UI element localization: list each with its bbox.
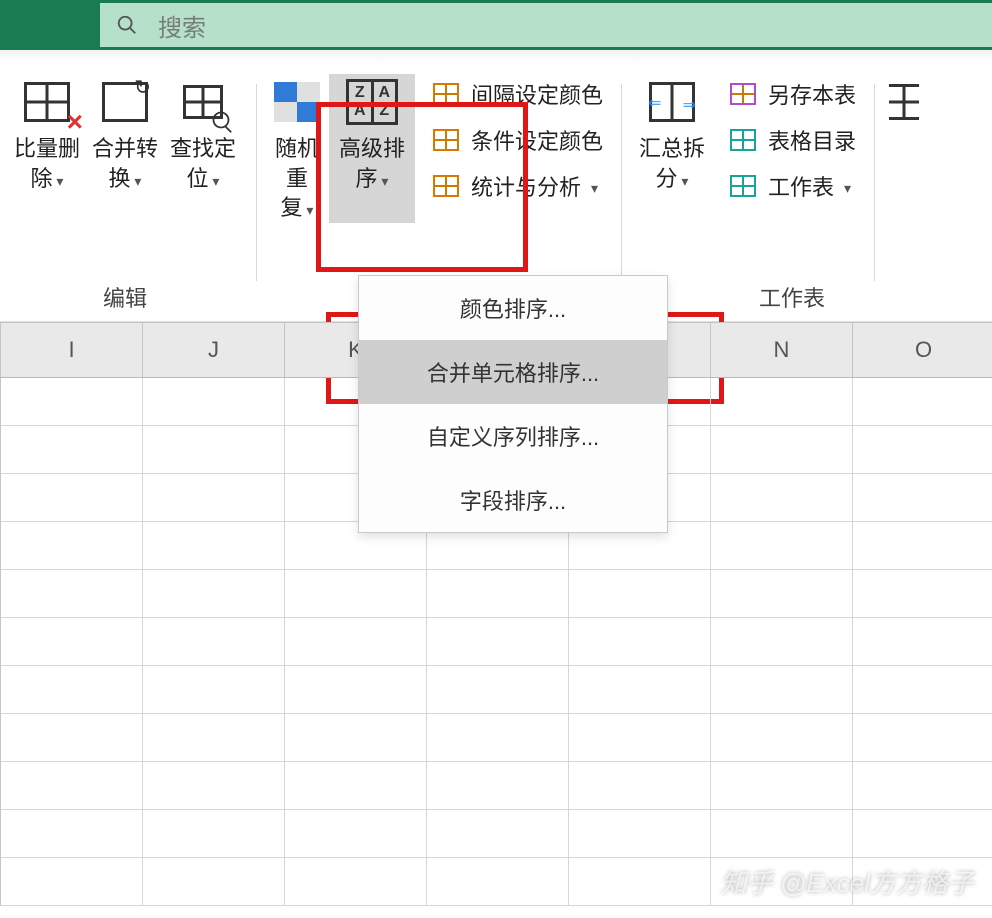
split-icon: ⇐⇒: [646, 76, 698, 128]
separator: [874, 84, 875, 281]
table-row: [0, 570, 992, 618]
titlebar: 搜索: [0, 0, 992, 50]
find-icon: [177, 76, 229, 128]
find-locate-button[interactable]: 查找定 位: [164, 74, 242, 193]
table-row: [0, 762, 992, 810]
save-as-icon: [728, 79, 758, 109]
grid-delete-icon: ×: [21, 76, 73, 128]
save-as-table-button[interactable]: 另存本表: [724, 76, 860, 112]
random-dup-icon: [271, 76, 323, 128]
merge-convert-icon: [99, 76, 151, 128]
table-row: [0, 714, 992, 762]
table-of-contents-button[interactable]: 表格目录: [724, 122, 860, 158]
table-row: [0, 618, 992, 666]
search-placeholder: 搜索: [158, 8, 206, 43]
search-box[interactable]: 搜索: [100, 3, 992, 47]
worksheet-icon: [728, 171, 758, 201]
summary-split-button[interactable]: ⇐⇒ 汇总拆 分: [636, 74, 708, 193]
partial-icon: [889, 76, 919, 128]
menu-item-color-sort[interactable]: 颜色排序...: [359, 276, 667, 340]
interval-color-icon: [431, 79, 461, 109]
condition-color-button[interactable]: 条件设定颜色: [427, 122, 607, 158]
column-header[interactable]: I: [1, 323, 143, 377]
menu-item-custom-list-sort[interactable]: 自定义序列排序...: [359, 404, 667, 468]
group-edit-label: 编辑: [103, 281, 147, 321]
column-header[interactable]: N: [711, 323, 853, 377]
ribbon-group-partial: x: [881, 74, 927, 321]
group-worksheet-label: 工作表: [759, 281, 825, 321]
advanced-sort-button[interactable]: ZAAZ 高级排 序: [329, 74, 415, 223]
stats-icon: [431, 171, 461, 201]
separator: [256, 84, 257, 281]
ribbon-group-worksheet: 另存本表 表格目录 工作表 工作表: [716, 74, 868, 321]
menu-item-merged-cell-sort[interactable]: 合并单元格排序...: [359, 340, 667, 404]
advanced-sort-menu: 颜色排序... 合并单元格排序... 自定义序列排序... 字段排序...: [358, 275, 668, 533]
merge-convert-button[interactable]: 合并转 换: [86, 74, 164, 193]
menu-item-field-sort[interactable]: 字段排序...: [359, 468, 667, 532]
ribbon-group-edit: × 比量删 除 合并转 换 查找定 位 编辑: [0, 74, 250, 321]
table-row: [0, 810, 992, 858]
titlebar-shadow: [0, 50, 992, 62]
table-row: [0, 858, 992, 906]
column-header[interactable]: J: [143, 323, 285, 377]
worksheet-menu-button[interactable]: 工作表: [724, 168, 860, 204]
batch-delete-button[interactable]: × 比量删 除: [8, 74, 86, 193]
stats-analysis-button[interactable]: 统计与分析: [427, 168, 607, 204]
toc-icon: [728, 125, 758, 155]
table-row: [0, 666, 992, 714]
random-duplicate-button[interactable]: 随机重 复: [265, 74, 329, 223]
search-icon: [116, 14, 138, 36]
interval-color-button[interactable]: 间隔设定颜色: [427, 76, 607, 112]
partial-button[interactable]: x: [889, 74, 919, 164]
condition-color-icon: [431, 125, 461, 155]
column-header[interactable]: O: [853, 323, 992, 377]
sort-za-icon: ZAAZ: [346, 76, 398, 128]
separator: [621, 84, 622, 281]
